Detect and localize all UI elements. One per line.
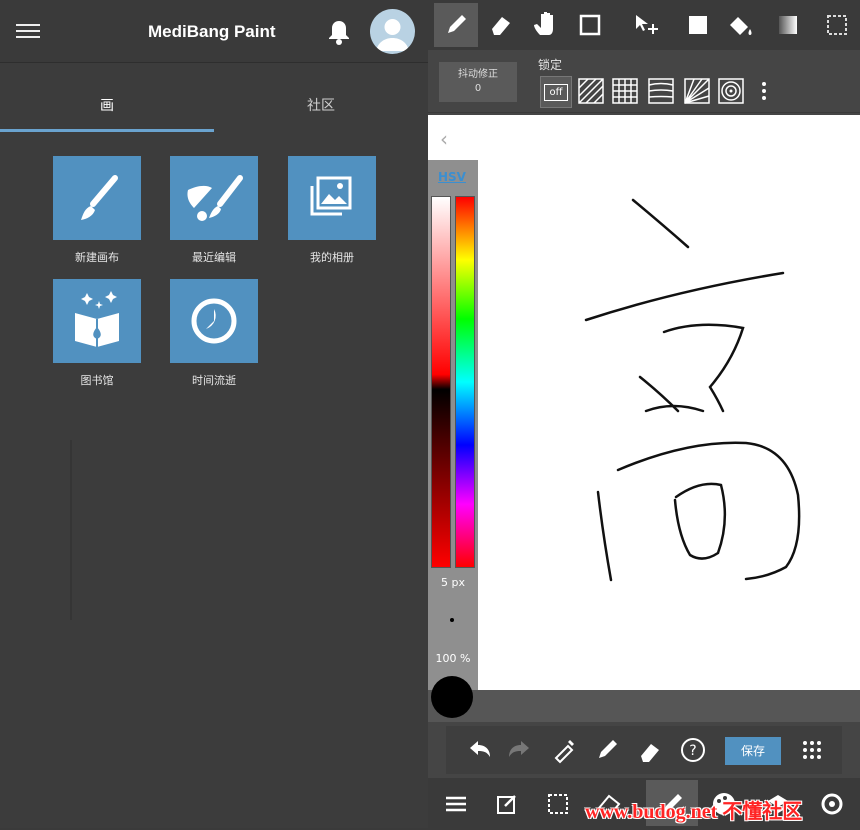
color-mode-toggle[interactable]: HSV xyxy=(438,170,466,184)
timelapse-tile[interactable] xyxy=(170,279,258,363)
new-canvas-tile[interactable] xyxy=(53,156,141,240)
paint-bucket-icon xyxy=(730,17,752,35)
svg-text:?: ? xyxy=(689,743,696,759)
save-button[interactable]: 保存 xyxy=(725,737,781,765)
recent-edit-tile[interactable] xyxy=(170,156,258,240)
brushes-icon xyxy=(187,175,243,221)
bucket-tool-button[interactable] xyxy=(718,3,762,47)
book-icon xyxy=(75,291,119,347)
brush-size-label[interactable]: 5 px xyxy=(428,576,478,589)
brush-size-preview xyxy=(450,618,454,622)
home-tabs: 画 社区 xyxy=(0,82,428,132)
canvas-bottom-margin xyxy=(428,690,860,722)
eyedropper-icon[interactable] xyxy=(550,736,578,764)
menu-lines-icon[interactable] xyxy=(442,790,470,818)
parallel-ruler-icon[interactable] xyxy=(576,76,606,106)
color-panel: HSV 5 px 100 % xyxy=(428,160,478,722)
hue-slider[interactable] xyxy=(455,196,475,568)
stabilizer-label: 抖动修正 xyxy=(458,69,498,80)
watermark: www.budog.net 不懂社区 xyxy=(585,801,803,823)
pen-shortcut-icon[interactable] xyxy=(593,736,621,764)
new-canvas-label: 新建画布 xyxy=(75,251,119,264)
ruler-off-button[interactable]: off xyxy=(540,76,572,108)
concentric-ruler-icon[interactable] xyxy=(716,76,746,106)
eraser-shortcut-icon[interactable] xyxy=(636,736,664,764)
selection-icon[interactable] xyxy=(544,790,572,818)
library-tile[interactable] xyxy=(53,279,141,363)
grid-ruler-icon[interactable] xyxy=(610,76,640,106)
drawing-canvas[interactable]: ‹ xyxy=(428,115,860,690)
stabilizer-value: 0 xyxy=(474,83,482,94)
tab-community[interactable]: 社区 xyxy=(214,82,428,130)
undo-icon[interactable] xyxy=(464,736,492,764)
my-gallery-tile[interactable] xyxy=(288,156,376,240)
current-color-swatch[interactable] xyxy=(431,676,473,718)
eraser-icon xyxy=(492,17,510,35)
more-options-icon[interactable] xyxy=(762,82,766,100)
ruler-off-label: off xyxy=(544,84,568,101)
move-tool-button[interactable] xyxy=(624,3,668,47)
home-panel: MediBang Paint 画 社区 新建画布 最近编辑 我的相册 图书馆 时… xyxy=(0,0,428,828)
avatar[interactable] xyxy=(370,9,415,54)
timelapse-label: 时间流逝 xyxy=(192,374,236,387)
user-silhouette-icon xyxy=(376,19,409,51)
hamburger-menu-icon[interactable] xyxy=(16,20,40,40)
marquee-icon xyxy=(827,15,847,35)
lock-label: 锁定 xyxy=(538,58,563,72)
recent-edit-label: 最近编辑 xyxy=(192,251,236,264)
fill-color-button[interactable] xyxy=(676,3,720,47)
app-title: MediBang Paint xyxy=(148,22,276,41)
my-gallery-label: 我的相册 xyxy=(310,251,354,264)
fill-square-icon xyxy=(689,16,707,34)
brightness-slider[interactable] xyxy=(431,196,451,568)
rectangle-icon xyxy=(579,14,601,36)
tool-toolbar xyxy=(428,0,860,50)
grid-menu-icon[interactable] xyxy=(798,736,826,764)
redo-icon[interactable] xyxy=(507,736,535,764)
opacity-label[interactable]: 100 % xyxy=(428,652,478,665)
pen-tool-button[interactable] xyxy=(434,3,478,47)
gradient-tool-button[interactable] xyxy=(766,3,810,47)
selection-tool-button[interactable] xyxy=(820,3,860,47)
stabilizer-control[interactable]: 抖动修正 0 xyxy=(439,62,517,102)
canvas-strokes xyxy=(584,198,801,582)
pen-icon xyxy=(448,15,466,33)
divider xyxy=(70,440,72,620)
hand-icon xyxy=(534,12,553,35)
help-icon[interactable]: ? xyxy=(679,736,707,764)
active-tab-indicator xyxy=(0,129,214,132)
tool-options-bar: 抖动修正 0 锁定 off xyxy=(428,50,860,113)
radial-ruler-icon[interactable] xyxy=(682,76,712,106)
gradient-icon xyxy=(779,16,797,34)
app-header: MediBang Paint xyxy=(0,0,428,63)
rectangle-tool-button[interactable] xyxy=(568,3,612,47)
settings-icon[interactable] xyxy=(818,790,846,818)
editor-panel: 抖动修正 0 锁定 off ‹ HSV 5 px 100 % ? 保存 xyxy=(428,0,860,828)
gallery-icon xyxy=(310,176,352,216)
brush-icon xyxy=(81,175,118,220)
tab-paint[interactable]: 画 xyxy=(0,82,214,130)
edit-icon[interactable] xyxy=(493,790,521,818)
move-icon xyxy=(636,15,658,34)
hand-tool-button[interactable] xyxy=(524,3,568,47)
notification-bell-icon[interactable] xyxy=(326,18,352,46)
perspective-ruler-icon[interactable] xyxy=(646,76,676,106)
action-bar: ? 保存 xyxy=(446,726,842,774)
eraser-tool-button[interactable] xyxy=(478,3,522,47)
library-label: 图书馆 xyxy=(80,374,114,387)
timelapse-icon xyxy=(191,298,237,344)
